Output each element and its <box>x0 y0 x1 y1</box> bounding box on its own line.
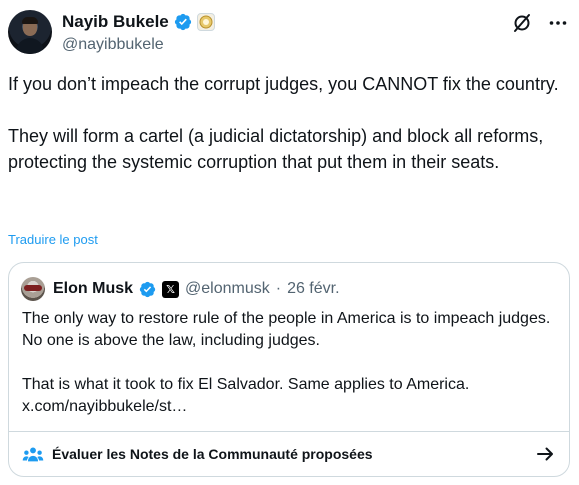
grok-icon[interactable] <box>511 12 533 34</box>
verified-badge-icon <box>139 281 156 297</box>
translate-post-link[interactable]: Traduire le post <box>8 232 98 247</box>
verified-badge-icon <box>174 13 191 31</box>
author-name-row: Nayib Bukele <box>62 12 215 32</box>
tweet-header: Nayib Bukele @nayibbukele <box>8 8 571 56</box>
arrow-right-icon <box>537 447 553 461</box>
community-notes-label: Évaluer les Notes de la Communauté propo… <box>52 446 373 462</box>
author-display-name[interactable]: Nayib Bukele <box>62 12 169 32</box>
government-affiliation-icon <box>196 13 215 31</box>
community-notes-button[interactable]: Évaluer les Notes de la Communauté propo… <box>9 431 569 476</box>
quoted-tweet-text: The only way to restore rule of the peop… <box>22 310 551 415</box>
quoted-tweet-date: 26 févr. <box>287 280 340 297</box>
quoted-tweet[interactable]: Elon Musk 𝕏 @elonmusk · 26 févr. The onl… <box>8 262 570 477</box>
quoted-author-handle: @elonmusk <box>185 280 270 297</box>
community-people-icon <box>22 447 44 462</box>
author-handle[interactable]: @nayibbukele <box>62 36 164 54</box>
author-avatar[interactable] <box>8 10 52 54</box>
quoted-author-display-name: Elon Musk <box>53 280 134 297</box>
quoted-tweet-header: Elon Musk 𝕏 @elonmusk · 26 févr. <box>21 277 340 301</box>
meta-separator: · <box>275 280 282 297</box>
quoted-author-avatar <box>21 277 45 301</box>
x-affiliate-badge-icon: 𝕏 <box>162 280 180 298</box>
more-icon[interactable] <box>547 12 569 34</box>
tweet-text: If you don’t impeach the corrupt judges,… <box>8 74 559 172</box>
header-actions <box>511 12 569 34</box>
